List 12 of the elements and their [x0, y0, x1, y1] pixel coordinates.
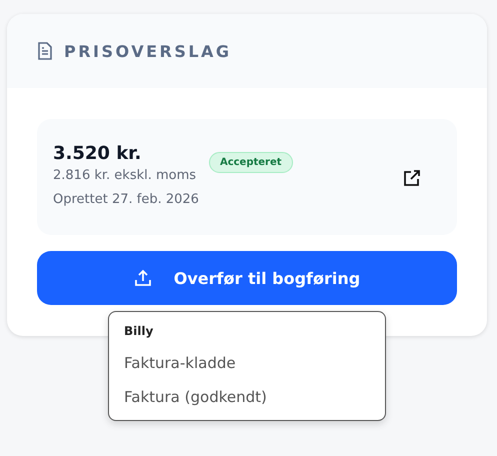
transfer-button[interactable]: Overfør til bogføring: [37, 251, 457, 305]
external-link-icon[interactable]: [403, 169, 421, 187]
status-badge: Accepteret: [208, 152, 293, 173]
menu-item[interactable]: Faktura (godkendt): [124, 388, 370, 406]
menu-item[interactable]: Faktura-kladde: [124, 354, 370, 372]
created-date: Oprettet 27. feb. 2026: [53, 192, 199, 207]
upload-icon: [134, 269, 152, 287]
net-amount: 2.816 kr. ekskl. moms: [53, 168, 198, 183]
section-title: PRISOVERSLAG: [64, 42, 232, 60]
menu-heading: Billy: [124, 324, 154, 338]
quote-amount: 3.520 kr.: [53, 143, 142, 164]
document-icon: [38, 42, 52, 60]
